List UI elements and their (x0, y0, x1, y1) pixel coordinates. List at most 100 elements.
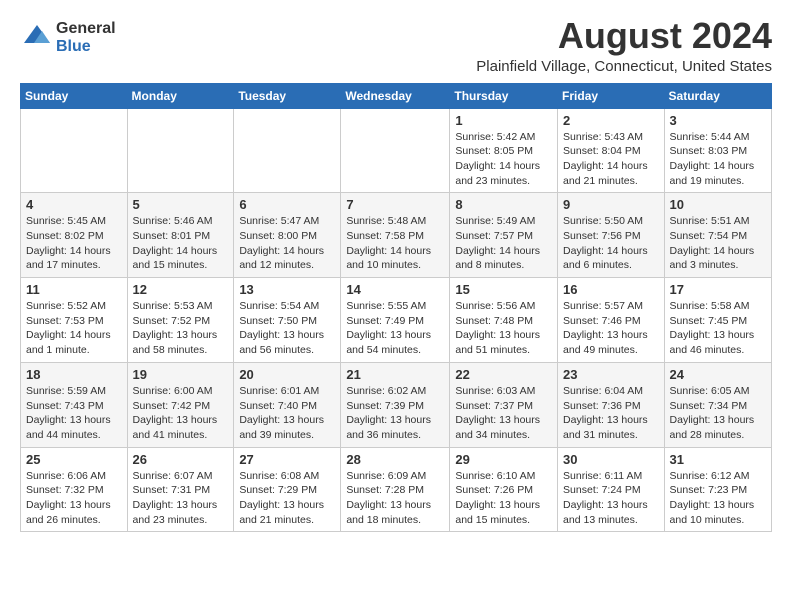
week-row-3: 11Sunrise: 5:52 AM Sunset: 7:53 PM Dayli… (21, 278, 772, 363)
day-info: Sunrise: 6:06 AM Sunset: 7:32 PM Dayligh… (26, 469, 122, 528)
calendar-cell: 27 Sunrise: 6:08 AM Sunset: 7:29 PM Dayli… (234, 447, 341, 532)
calendar-cell: 17 Sunrise: 5:58 AM Sunset: 7:45 PM Dayli… (664, 278, 771, 363)
calendar-cell: 12Sunrise: 5:53 AM Sunset: 7:52 PM Dayli… (127, 278, 234, 363)
calendar-cell: 14 Sunrise: 5:55 AM Sunset: 7:49 PM Dayli… (341, 278, 450, 363)
logo-text-line2: Blue (56, 38, 116, 56)
day-info: Sunrise: 6:03 AM Sunset: 7:37 PM Dayligh… (455, 384, 552, 443)
day-info: Sunrise: 5:54 AM Sunset: 7:50 PM Dayligh… (239, 299, 335, 358)
calendar-cell: 20Sunrise: 6:01 AM Sunset: 7:40 PM Dayli… (234, 362, 341, 447)
calendar-cell: 18 Sunrise: 5:59 AM Sunset: 7:43 PM Dayli… (21, 362, 128, 447)
day-number: 27 (239, 452, 335, 467)
calendar-cell (127, 108, 234, 193)
calendar-cell: 31Sunrise: 6:12 AM Sunset: 7:23 PM Dayli… (664, 447, 771, 532)
location-subtitle: Plainfield Village, Connecticut, United … (476, 58, 772, 75)
calendar-table: SundayMondayTuesdayWednesdayThursdayFrid… (20, 83, 772, 533)
day-info: Sunrise: 5:55 AM Sunset: 7:49 PM Dayligh… (346, 299, 444, 358)
calendar-cell: 6 Sunrise: 5:47 AM Sunset: 8:00 PM Daylig… (234, 193, 341, 278)
calendar-cell: 10 Sunrise: 5:51 AM Sunset: 7:54 PM Dayli… (664, 193, 771, 278)
day-info: Sunrise: 5:48 AM Sunset: 7:58 PM Dayligh… (346, 214, 444, 273)
day-info: Sunrise: 6:04 AM Sunset: 7:36 PM Dayligh… (563, 384, 659, 443)
day-info: Sunrise: 6:10 AM Sunset: 7:26 PM Dayligh… (455, 469, 552, 528)
day-number: 19 (133, 367, 229, 382)
day-number: 28 (346, 452, 444, 467)
logo: General Blue (20, 20, 116, 55)
calendar-cell: 15 Sunrise: 5:56 AM Sunset: 7:48 PM Dayli… (450, 278, 558, 363)
day-info: Sunrise: 5:46 AM Sunset: 8:01 PM Dayligh… (133, 214, 229, 273)
calendar-cell (234, 108, 341, 193)
day-number: 15 (455, 282, 552, 297)
day-number: 9 (563, 197, 659, 212)
day-number: 23 (563, 367, 659, 382)
calendar-cell: 11Sunrise: 5:52 AM Sunset: 7:53 PM Dayli… (21, 278, 128, 363)
calendar-cell: 16Sunrise: 5:57 AM Sunset: 7:46 PM Dayli… (558, 278, 665, 363)
calendar-cell: 23 Sunrise: 6:04 AM Sunset: 7:36 PM Dayli… (558, 362, 665, 447)
day-info: Sunrise: 5:56 AM Sunset: 7:48 PM Dayligh… (455, 299, 552, 358)
day-number: 13 (239, 282, 335, 297)
day-info: Sunrise: 5:43 AM Sunset: 8:04 PM Dayligh… (563, 130, 659, 189)
logo-text-line1: General (56, 20, 116, 38)
calendar-cell: 7 Sunrise: 5:48 AM Sunset: 7:58 PM Daylig… (341, 193, 450, 278)
calendar-cell: 22 Sunrise: 6:03 AM Sunset: 7:37 PM Dayli… (450, 362, 558, 447)
day-number: 30 (563, 452, 659, 467)
day-number: 4 (26, 197, 122, 212)
day-info: Sunrise: 5:52 AM Sunset: 7:53 PM Dayligh… (26, 299, 122, 358)
week-row-5: 25 Sunrise: 6:06 AM Sunset: 7:32 PM Dayli… (21, 447, 772, 532)
calendar-cell: 13 Sunrise: 5:54 AM Sunset: 7:50 PM Dayli… (234, 278, 341, 363)
day-number: 6 (239, 197, 335, 212)
day-info: Sunrise: 5:47 AM Sunset: 8:00 PM Dayligh… (239, 214, 335, 273)
day-number: 25 (26, 452, 122, 467)
calendar-cell: 25 Sunrise: 6:06 AM Sunset: 7:32 PM Dayli… (21, 447, 128, 532)
day-info: Sunrise: 6:07 AM Sunset: 7:31 PM Dayligh… (133, 469, 229, 528)
weekday-header-saturday: Saturday (664, 83, 771, 108)
day-info: Sunrise: 5:51 AM Sunset: 7:54 PM Dayligh… (670, 214, 766, 273)
day-number: 10 (670, 197, 766, 212)
calendar-cell: 24 Sunrise: 6:05 AM Sunset: 7:34 PM Dayli… (664, 362, 771, 447)
week-row-1: 1Sunrise: 5:42 AM Sunset: 8:05 PM Daylig… (21, 108, 772, 193)
day-info: Sunrise: 5:50 AM Sunset: 7:56 PM Dayligh… (563, 214, 659, 273)
weekday-header-tuesday: Tuesday (234, 83, 341, 108)
weekday-header-wednesday: Wednesday (341, 83, 450, 108)
day-info: Sunrise: 6:00 AM Sunset: 7:42 PM Dayligh… (133, 384, 229, 443)
calendar-cell: 29 Sunrise: 6:10 AM Sunset: 7:26 PM Dayli… (450, 447, 558, 532)
weekday-header-sunday: Sunday (21, 83, 128, 108)
calendar-cell: 21Sunrise: 6:02 AM Sunset: 7:39 PM Dayli… (341, 362, 450, 447)
logo-icon (22, 23, 52, 47)
day-number: 3 (670, 113, 766, 128)
day-number: 17 (670, 282, 766, 297)
calendar-cell: 3 Sunrise: 5:44 AM Sunset: 8:03 PM Daylig… (664, 108, 771, 193)
day-info: Sunrise: 6:02 AM Sunset: 7:39 PM Dayligh… (346, 384, 444, 443)
day-info: Sunrise: 5:53 AM Sunset: 7:52 PM Dayligh… (133, 299, 229, 358)
day-number: 18 (26, 367, 122, 382)
day-info: Sunrise: 5:45 AM Sunset: 8:02 PM Dayligh… (26, 214, 122, 273)
day-number: 24 (670, 367, 766, 382)
day-number: 14 (346, 282, 444, 297)
weekday-header-thursday: Thursday (450, 83, 558, 108)
day-number: 7 (346, 197, 444, 212)
weekday-header-friday: Friday (558, 83, 665, 108)
weekday-header-row: SundayMondayTuesdayWednesdayThursdayFrid… (21, 83, 772, 108)
day-number: 22 (455, 367, 552, 382)
day-info: Sunrise: 6:08 AM Sunset: 7:29 PM Dayligh… (239, 469, 335, 528)
day-info: Sunrise: 6:11 AM Sunset: 7:24 PM Dayligh… (563, 469, 659, 528)
calendar-cell: 19 Sunrise: 6:00 AM Sunset: 7:42 PM Dayli… (127, 362, 234, 447)
day-info: Sunrise: 6:05 AM Sunset: 7:34 PM Dayligh… (670, 384, 766, 443)
day-number: 26 (133, 452, 229, 467)
page-header: General Blue August 2024 Plainfield Vill… (20, 16, 772, 75)
calendar-cell: 4 Sunrise: 5:45 AM Sunset: 8:02 PM Daylig… (21, 193, 128, 278)
day-info: Sunrise: 5:44 AM Sunset: 8:03 PM Dayligh… (670, 130, 766, 189)
calendar-cell: 26 Sunrise: 6:07 AM Sunset: 7:31 PM Dayli… (127, 447, 234, 532)
calendar-cell: 5Sunrise: 5:46 AM Sunset: 8:01 PM Daylig… (127, 193, 234, 278)
day-number: 8 (455, 197, 552, 212)
day-info: Sunrise: 6:09 AM Sunset: 7:28 PM Dayligh… (346, 469, 444, 528)
day-number: 20 (239, 367, 335, 382)
day-number: 16 (563, 282, 659, 297)
day-number: 29 (455, 452, 552, 467)
day-info: Sunrise: 5:42 AM Sunset: 8:05 PM Dayligh… (455, 130, 552, 189)
week-row-4: 18 Sunrise: 5:59 AM Sunset: 7:43 PM Dayli… (21, 362, 772, 447)
day-number: 2 (563, 113, 659, 128)
title-area: August 2024 Plainfield Village, Connecti… (476, 16, 772, 75)
day-info: Sunrise: 5:49 AM Sunset: 7:57 PM Dayligh… (455, 214, 552, 273)
day-info: Sunrise: 6:12 AM Sunset: 7:23 PM Dayligh… (670, 469, 766, 528)
day-info: Sunrise: 5:59 AM Sunset: 7:43 PM Dayligh… (26, 384, 122, 443)
day-info: Sunrise: 5:58 AM Sunset: 7:45 PM Dayligh… (670, 299, 766, 358)
